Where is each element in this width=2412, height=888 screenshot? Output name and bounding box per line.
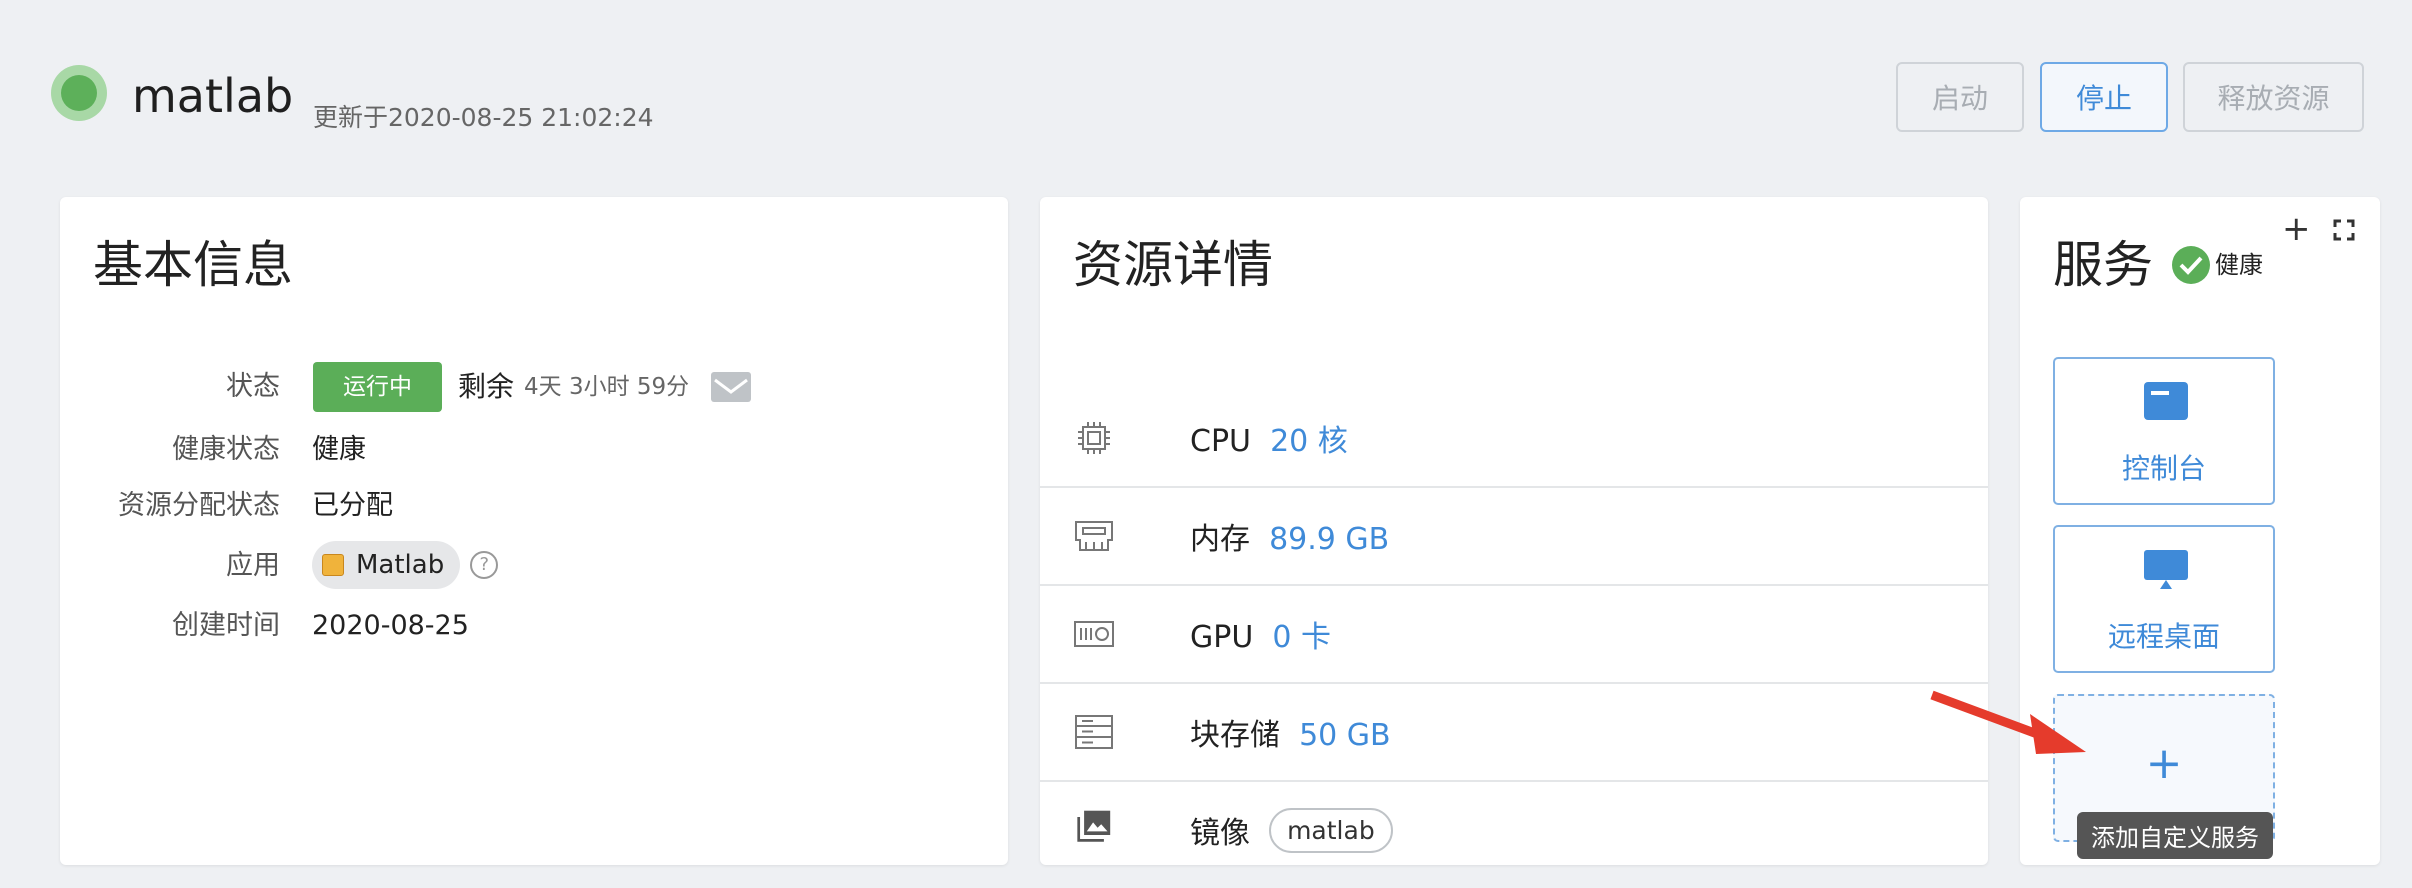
page-title: matlab <box>132 69 294 123</box>
resource-label: 内存 <box>1190 522 1250 557</box>
info-label: 资源分配状态 <box>118 490 280 521</box>
resource-row-storage: 块存储 50 GB <box>1040 684 1988 782</box>
add-service-tooltip: 添加自定义服务 <box>2077 812 2273 859</box>
info-label: 状态 <box>226 371 280 402</box>
resource-label: 镜像 <box>1190 816 1250 851</box>
resource-label: CPU <box>1190 424 1251 459</box>
status-indicator-icon <box>51 65 107 121</box>
resource-value: 50 GB <box>1299 718 1391 753</box>
resource-row-cpu: CPU 20 核 <box>1040 390 1988 488</box>
start-button[interactable]: 启动 <box>1896 62 2024 132</box>
resources-card: 资源详情 CPU 20 核 内存 89.9 GB GPU 0 卡 块存储 50 … <box>1040 197 1988 865</box>
monitor-icon <box>2144 550 2188 589</box>
matlab-app-icon <box>322 554 344 576</box>
annotation-arrow-icon <box>1930 690 2086 754</box>
console-service-tile[interactable]: 控制台 <box>2053 357 2275 505</box>
services-title: 服务 <box>2053 236 2153 294</box>
service-tile-label: 控制台 <box>2121 452 2206 485</box>
image-tag[interactable]: matlab <box>1269 807 1393 853</box>
basic-info-title: 基本信息 <box>93 236 293 294</box>
info-row-health: 健康状态 健康 <box>60 425 1008 475</box>
fullscreen-icon[interactable] <box>2333 219 2355 241</box>
gpu-icon <box>1074 621 1114 647</box>
resource-label: GPU <box>1190 620 1254 655</box>
info-row-application: 应用 Matlab ? <box>60 541 1008 591</box>
info-label: 创建时间 <box>172 610 280 641</box>
image-icon <box>1077 810 1111 842</box>
service-tile-label: 远程桌面 <box>2107 620 2220 653</box>
resource-row-image: 镜像 matlab <box>1040 782 1988 878</box>
remote-desktop-service-tile[interactable]: 远程桌面 <box>2053 525 2275 673</box>
help-icon[interactable]: ? <box>470 551 499 579</box>
health-check-icon <box>2172 246 2210 284</box>
resource-row-gpu: GPU 0 卡 <box>1040 586 1988 684</box>
resource-label: 块存储 <box>1190 718 1280 753</box>
mail-icon[interactable] <box>711 372 752 402</box>
storage-icon <box>1075 715 1113 749</box>
resource-value: 0 卡 <box>1272 620 1331 655</box>
info-row-allocation: 资源分配状态 已分配 <box>60 481 1008 531</box>
info-value: 2020-08-25 <box>312 610 469 641</box>
console-icon <box>2144 382 2188 420</box>
status-badge: 运行中 <box>313 362 442 412</box>
services-health-label: 健康 <box>2215 251 2263 279</box>
info-row-created: 创建时间 2020-08-25 <box>60 601 1008 651</box>
cpu-icon <box>1078 422 1110 454</box>
remaining-time: 4天 3小时 59分 <box>524 374 690 400</box>
updated-timestamp: 更新于2020-08-25 21:02:24 <box>313 103 654 132</box>
release-resources-button[interactable]: 释放资源 <box>2183 62 2364 132</box>
application-name: Matlab <box>356 550 445 580</box>
resource-row-memory: 内存 89.9 GB <box>1040 488 1988 586</box>
info-value: 健康 <box>312 434 366 465</box>
resources-title: 资源详情 <box>1073 236 1273 294</box>
remaining-label: 剩余 <box>458 370 515 403</box>
info-row-status: 状态 运行中 剩余 4天 3小时 59分 <box>60 362 1008 412</box>
memory-icon <box>1075 521 1113 551</box>
add-icon[interactable]: + <box>2282 209 2311 249</box>
resource-value: 20 核 <box>1270 424 1348 459</box>
services-card: 服务 健康 + 控制台 远程桌面 + <box>2020 197 2380 865</box>
resource-value: 89.9 GB <box>1269 522 1390 557</box>
application-chip[interactable]: Matlab <box>312 541 461 589</box>
stop-button[interactable]: 停止 <box>2040 62 2168 132</box>
basic-info-card: 基本信息 状态 运行中 剩余 4天 3小时 59分 健康状态 健康 资源分配状态… <box>60 197 1008 865</box>
info-label: 应用 <box>226 550 280 581</box>
info-label: 健康状态 <box>172 434 280 465</box>
page-header: matlab 更新于2020-08-25 21:02:24 启动 停止 释放资源 <box>0 0 2412 190</box>
info-value: 已分配 <box>312 490 393 521</box>
